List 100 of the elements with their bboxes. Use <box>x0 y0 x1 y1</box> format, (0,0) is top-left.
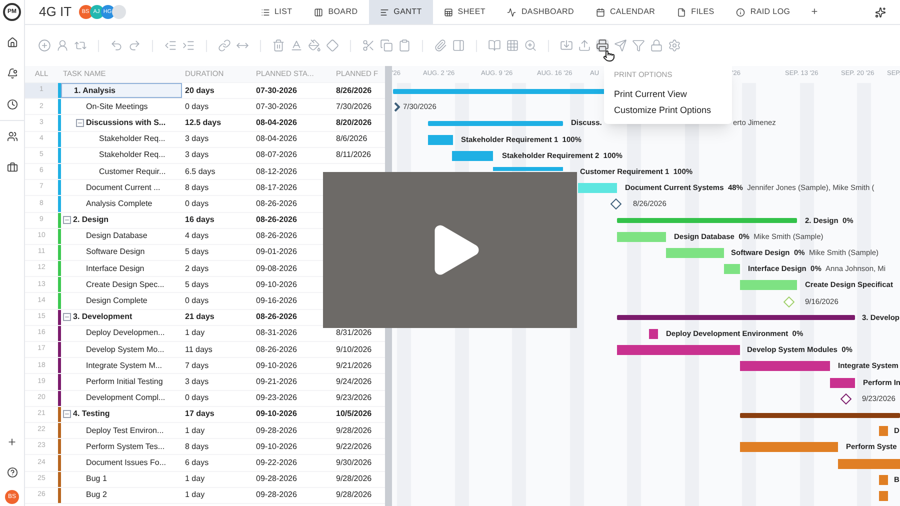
chevron-icon[interactable] <box>394 102 400 112</box>
play-button[interactable] <box>323 172 577 328</box>
duration-cell-text: 12.5 days <box>184 116 222 129</box>
task-bar[interactable] <box>617 345 740 356</box>
import-icon[interactable] <box>560 39 573 52</box>
collapse-icon[interactable] <box>63 313 71 322</box>
summary-bar[interactable] <box>740 412 900 418</box>
task-name-cell[interactable]: Stakeholder Req... <box>61 148 182 163</box>
paperclip-icon[interactable] <box>434 39 447 52</box>
print-icon[interactable] <box>596 39 609 52</box>
task-name-cell[interactable]: Integrate System M... <box>61 358 182 374</box>
view-tab[interactable]: RAID LOG <box>725 0 802 24</box>
text-color-icon[interactable] <box>290 39 303 52</box>
repeat-icon[interactable] <box>74 39 87 52</box>
task-name-cell[interactable]: 3. Development <box>61 310 182 325</box>
finish-date-cell-text: 9/10/2026 <box>335 344 373 356</box>
copy-icon[interactable] <box>380 39 393 52</box>
task-name: Design Complete <box>86 295 148 308</box>
settings-icon[interactable] <box>668 39 681 52</box>
view-tab[interactable]: SHEET <box>432 0 496 24</box>
task-name-cell[interactable]: Bug 2 <box>61 488 182 503</box>
task-name-cell[interactable]: Design Complete <box>61 293 182 309</box>
task-name-cell[interactable]: Document Current ... <box>61 180 182 196</box>
task-bar[interactable] <box>830 378 855 388</box>
view-tab[interactable]: DASHBOARD <box>496 0 585 24</box>
summary-bar[interactable] <box>617 315 855 320</box>
trash-icon[interactable] <box>272 39 285 52</box>
task-name-cell[interactable]: Develop System Mo... <box>61 342 182 358</box>
undo-icon[interactable] <box>110 39 123 52</box>
add-tab-button[interactable]: + <box>801 0 828 24</box>
task-name-cell[interactable]: Discussions with S... <box>61 115 182 131</box>
collapse-icon[interactable] <box>63 410 71 418</box>
task-bar[interactable] <box>838 458 900 469</box>
collapse-icon[interactable] <box>63 216 71 224</box>
user-icon[interactable] <box>56 39 69 52</box>
task-name-cell[interactable]: Deploy Developmen... <box>61 326 182 341</box>
task-name-cell[interactable]: Interface Design <box>61 261 182 276</box>
users-icon[interactable] <box>6 131 18 142</box>
task-name-cell[interactable]: 1. Analysis <box>61 83 182 98</box>
outdent-icon[interactable] <box>164 39 177 52</box>
start-date-cell-text: 07-30-2026 <box>255 100 298 113</box>
task-name-cell[interactable]: Perform Initial Testing <box>61 374 182 390</box>
notifications-icon[interactable] <box>6 68 18 79</box>
panel-icon[interactable] <box>452 39 465 52</box>
grid-icon[interactable] <box>506 39 519 52</box>
task-name: Document Issues Fo... <box>86 456 166 469</box>
view-tab[interactable]: LIST <box>250 0 304 24</box>
task-name-cell[interactable]: Stakeholder Req... <box>61 132 182 147</box>
task-name-cell[interactable]: 2. Design <box>61 212 182 228</box>
diamond-icon[interactable] <box>326 39 339 52</box>
milestone-icon[interactable] <box>840 393 852 404</box>
clock-icon[interactable] <box>6 99 18 110</box>
lock-icon[interactable] <box>650 39 663 52</box>
help-icon[interactable] <box>6 467 18 478</box>
clipboard-icon[interactable] <box>398 39 411 52</box>
task-name-cell[interactable]: Bug 1 <box>61 472 182 487</box>
project-title: 4G IT <box>39 3 72 22</box>
task-bar[interactable] <box>740 361 830 372</box>
sparkles-icon[interactable] <box>875 6 886 18</box>
avatar-icon[interactable] <box>112 5 126 19</box>
paint-bucket-icon[interactable] <box>308 39 321 52</box>
task-bar[interactable] <box>740 442 838 452</box>
menu-item[interactable]: Customize Print Options <box>614 102 722 118</box>
task-name-cell[interactable]: Customer Requir... <box>61 164 182 180</box>
start-date-cell-text: 09-10-2026 <box>255 360 298 372</box>
task-bar[interactable] <box>879 474 888 485</box>
view-tab[interactable]: FILES <box>666 0 726 24</box>
task-name-cell[interactable]: Deploy Test Environ... <box>61 422 182 438</box>
task-bar[interactable] <box>879 426 888 436</box>
task-name-cell[interactable]: Analysis Complete <box>61 196 182 212</box>
scissors-icon[interactable] <box>362 39 375 52</box>
duration-cell-text: 21 days <box>184 311 216 324</box>
filter-icon[interactable] <box>632 39 645 52</box>
milestone-icon[interactable] <box>610 198 622 210</box>
briefcase-icon[interactable] <box>6 162 18 173</box>
link-icon[interactable] <box>218 39 231 52</box>
home-icon[interactable] <box>6 37 18 48</box>
view-tab[interactable]: BOARD <box>303 0 369 24</box>
menu-item[interactable]: Print Current View <box>614 86 722 102</box>
task-name-cell[interactable]: 4. Testing <box>61 406 182 422</box>
indent-icon[interactable] <box>182 39 195 52</box>
view-tab[interactable]: CALENDAR <box>584 0 666 24</box>
task-name-cell[interactable]: On-Site Meetings <box>61 99 182 114</box>
send-icon[interactable] <box>614 39 627 52</box>
task-bar[interactable] <box>428 134 453 145</box>
duration-cell-text: 6.5 days <box>184 166 216 178</box>
task-name-cell[interactable]: Document Issues Fo... <box>61 455 182 470</box>
view-tab[interactable]: GANTT <box>368 0 433 24</box>
task-name-cell[interactable]: Development Compl... <box>61 390 182 406</box>
upload-icon[interactable] <box>578 39 591 52</box>
zoom-in-icon[interactable] <box>524 39 537 52</box>
book-icon[interactable] <box>488 39 501 52</box>
task-name-cell[interactable]: Perform System Tes... <box>61 439 182 454</box>
redo-icon[interactable] <box>128 39 141 52</box>
collapse-icon[interactable] <box>76 118 84 127</box>
task-name-cell[interactable]: Create Design Spec... <box>61 277 182 292</box>
task-name-cell[interactable]: Design Database <box>61 228 182 244</box>
task-name-cell[interactable]: Software Design <box>61 244 182 260</box>
task-bar[interactable] <box>452 150 493 161</box>
add-icon[interactable] <box>7 437 17 447</box>
